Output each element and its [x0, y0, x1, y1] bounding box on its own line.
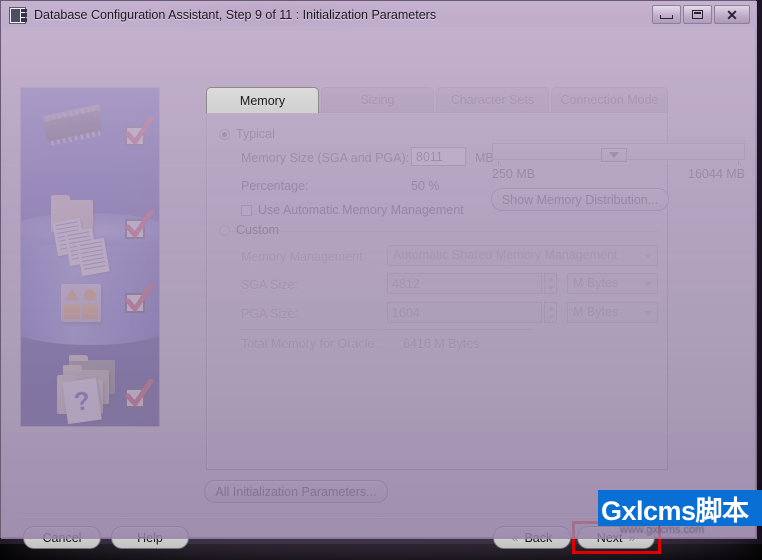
percentage-value: 50 %	[411, 179, 440, 193]
slider-min-label: 250 MB	[492, 167, 535, 181]
auto-memory-management-checkbox[interactable]	[241, 205, 252, 216]
total-memory-value: 6416 M Bytes	[403, 337, 479, 351]
maximize-button[interactable]	[683, 5, 712, 24]
watermark-banner: Gxlcms脚本	[598, 490, 762, 526]
memory-management-label: Memory Management	[241, 250, 363, 264]
red-check-icon	[124, 117, 154, 147]
title-bar[interactable]: Database Configuration Assistant, Step 9…	[2, 2, 756, 28]
minimize-icon	[660, 15, 673, 19]
document-icon	[76, 238, 109, 276]
pga-size-unit-select[interactable]: M Bytes	[567, 302, 658, 323]
red-check-icon	[124, 379, 154, 409]
chevron-left-icon: «	[512, 531, 519, 545]
application-window: Database Configuration Assistant, Step 9…	[0, 0, 756, 538]
memory-size-slider[interactable]: 250 MB 16044 MB	[492, 140, 745, 188]
tab-sizing[interactable]: Sizing	[321, 87, 434, 112]
slider-top-divider	[492, 140, 745, 141]
help-button[interactable]: Help	[111, 526, 189, 549]
pga-size-label: PGA Size:	[241, 307, 298, 321]
close-button[interactable]: ✕	[714, 5, 750, 24]
help-document-icon: ?	[62, 378, 102, 424]
checkmark-box-icon	[125, 388, 145, 408]
back-button-label: Back	[524, 531, 552, 545]
typical-radio-button[interactable]	[219, 129, 230, 140]
memory-management-value: Automatic Shared Memory Management	[393, 248, 617, 262]
shapes-tile-icon	[61, 284, 101, 322]
cancel-button[interactable]: Cancel	[23, 526, 101, 549]
pga-size-input[interactable]	[387, 302, 542, 323]
custom-radio-label: Custom	[236, 223, 279, 237]
auto-memory-management-label: Use Automatic Memory Management	[258, 203, 464, 217]
sga-size-stepper[interactable]	[544, 273, 557, 294]
stepper-down-icon	[548, 315, 554, 319]
watermark-subtext: www.gxlcms.com	[620, 524, 762, 540]
tab-strip: Memory Sizing Character Sets Connection …	[206, 87, 668, 112]
sga-size-unit-select[interactable]: M Bytes	[567, 273, 658, 294]
custom-radio-row[interactable]: Custom	[219, 223, 279, 237]
memory-chip-body-icon	[44, 110, 103, 141]
window-client-area: ?	[6, 29, 752, 533]
pga-size-stepper[interactable]	[544, 302, 557, 323]
typical-radio-label: Typical	[236, 127, 275, 141]
back-button[interactable]: « Back	[493, 526, 571, 549]
auto-memory-management-row[interactable]: Use Automatic Memory Management	[241, 203, 464, 217]
chevron-down-icon	[644, 282, 652, 287]
sga-size-unit-value: M Bytes	[573, 276, 618, 290]
sga-size-input[interactable]	[387, 273, 542, 294]
tab-label: Memory	[240, 94, 285, 108]
typical-radio-row[interactable]: Typical	[219, 127, 275, 141]
window-title: Database Configuration Assistant, Step 9…	[34, 8, 436, 22]
maximize-icon	[692, 10, 703, 19]
section-divider	[219, 231, 657, 232]
tab-character-sets[interactable]: Character Sets	[436, 87, 549, 112]
window-controls: ✕	[652, 5, 750, 24]
slider-track[interactable]	[492, 143, 745, 160]
tab-label: Sizing	[360, 93, 394, 107]
checkmark-box-icon	[125, 219, 145, 239]
pga-size-unit-value: M Bytes	[573, 305, 618, 319]
memory-management-select[interactable]: Automatic Shared Memory Management	[387, 245, 658, 266]
close-icon: ✕	[726, 8, 738, 22]
show-memory-distribution-button[interactable]: Show Memory Distribution...	[491, 188, 669, 211]
stepper-up-icon	[548, 306, 554, 310]
tab-connection-mode[interactable]: Connection Mode	[551, 87, 668, 112]
slider-max-label: 16044 MB	[688, 167, 745, 181]
checkmark-box-icon	[125, 293, 145, 313]
memory-size-input[interactable]	[411, 147, 466, 166]
tab-label: Connection Mode	[561, 93, 659, 107]
chevron-down-icon	[644, 311, 652, 316]
stepper-down-icon	[548, 286, 554, 290]
sga-size-label: SGA Size:	[241, 278, 298, 292]
database-icon	[9, 7, 26, 24]
all-initialization-parameters-button[interactable]: All Initialization Parameters...	[204, 480, 388, 503]
tab-memory[interactable]: Memory	[206, 87, 319, 113]
chevron-down-icon	[644, 254, 652, 259]
slider-thumb[interactable]	[601, 148, 627, 162]
memory-size-label: Memory Size (SGA and PGA):	[241, 151, 409, 165]
percentage-label: Percentage:	[241, 179, 308, 193]
total-memory-divider	[241, 329, 531, 330]
tab-label: Character Sets	[451, 93, 534, 107]
red-check-icon	[124, 284, 154, 314]
stepper-up-icon	[548, 277, 554, 281]
slider-bottom-divider	[492, 165, 745, 166]
custom-radio-button[interactable]	[219, 225, 230, 236]
checkmark-box-icon	[125, 126, 145, 146]
wizard-sidebar-image: ?	[21, 88, 159, 426]
minimize-button[interactable]	[652, 5, 681, 24]
red-check-icon	[124, 210, 154, 240]
memory-size-unit-label: MB	[475, 151, 494, 165]
total-memory-label: Total Memory for Oracle:	[241, 337, 378, 351]
